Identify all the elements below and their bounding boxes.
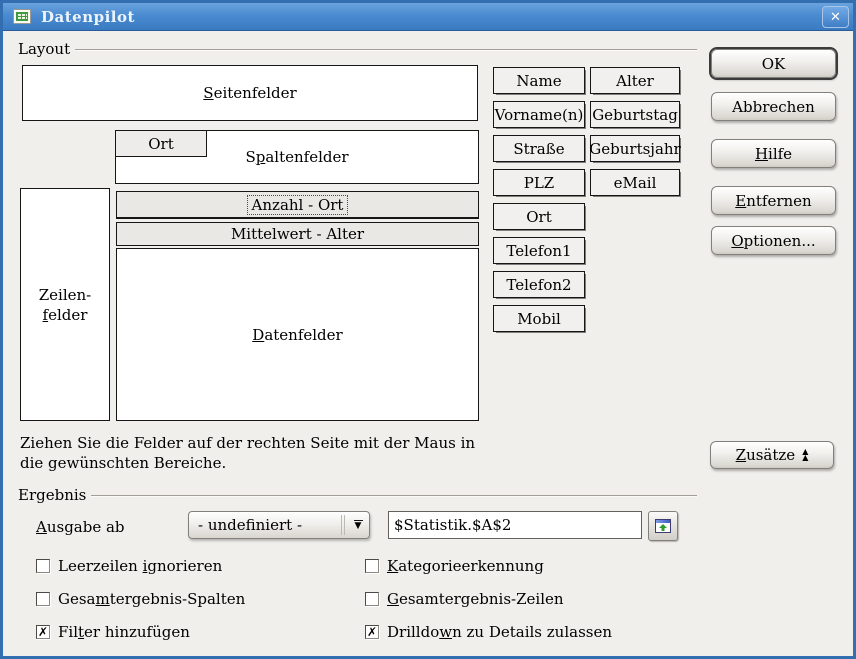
- checkbox-drilldown[interactable]: ✗ Drilldown zu Details zulassen: [365, 623, 612, 641]
- result-group-line: [91, 495, 697, 496]
- field-button-name[interactable]: Name: [493, 67, 585, 94]
- output-target-value: - undefiniert -: [189, 516, 341, 534]
- checkbox-label: Leerzeilen ignorieren: [58, 557, 222, 575]
- check-icon: ✗: [38, 625, 48, 639]
- more-button[interactable]: Zusätze ▲ ▲: [710, 441, 834, 469]
- spreadsheet-icon-grid: [16, 12, 28, 21]
- shrink-icon: [655, 519, 671, 533]
- data-item-mittelwert-alter-label: Mittelwert - Alter: [227, 225, 368, 243]
- spreadsheet-icon: [13, 9, 31, 24]
- checkbox-filter-hinzufuegen[interactable]: ✗ Filter hinzufügen: [36, 623, 190, 641]
- check-icon: ✗: [367, 625, 377, 639]
- checkbox-box[interactable]: ✗: [36, 592, 50, 606]
- checkbox-label: Filter hinzufügen: [58, 623, 190, 641]
- checkbox-gesamtergebnis-spalten[interactable]: ✗ Gesamtergebnis-Spalten: [36, 590, 245, 608]
- checkbox-label: Drilldown zu Details zulassen: [387, 623, 612, 641]
- field-button-telefon2[interactable]: Telefon2: [493, 271, 585, 298]
- field-button-alter[interactable]: Alter: [590, 67, 680, 94]
- checkbox-box[interactable]: ✗: [36, 625, 50, 639]
- row-fields-label: Zeilen- felder: [21, 285, 109, 325]
- checkbox-box[interactable]: ✗: [365, 625, 379, 639]
- layout-group-line: [75, 49, 697, 50]
- checkbox-box[interactable]: ✗: [365, 592, 379, 606]
- help-button[interactable]: Hilfe: [711, 139, 836, 168]
- data-item-mittelwert-alter[interactable]: Mittelwert - Alter: [116, 222, 479, 246]
- options-button[interactable]: Optionen...: [711, 226, 836, 255]
- collapse-up-icon: ▲ ▲: [802, 449, 808, 461]
- field-button-geburtsjahr[interactable]: Geburtsjahr: [590, 135, 680, 162]
- combo-separator: [344, 515, 345, 535]
- field-button-plz[interactable]: PLZ: [493, 169, 585, 196]
- column-field-ort[interactable]: Ort: [115, 130, 207, 157]
- field-button-email[interactable]: eMail: [590, 169, 680, 196]
- page-fields-label: Seitenfelder: [23, 84, 477, 102]
- drag-hint-text: Ziehen Sie die Felder auf der rechten Se…: [20, 433, 500, 473]
- ok-button[interactable]: OK: [711, 49, 836, 78]
- output-reference-input[interactable]: [388, 511, 642, 539]
- more-button-label: Zusätze: [736, 446, 796, 464]
- checkbox-box[interactable]: ✗: [365, 559, 379, 573]
- checkbox-box[interactable]: ✗: [36, 559, 50, 573]
- dialog-body: Layout Seitenfelder Spaltenfelder Ort Ze…: [3, 34, 853, 656]
- output-from-label: Ausgabe ab: [36, 518, 125, 536]
- ok-button-label: OK: [762, 55, 786, 73]
- row-fields-label-line2: felder: [21, 305, 109, 325]
- layout-group-label: Layout: [18, 40, 70, 58]
- checkbox-leerzeilen-ignorieren[interactable]: ✗ Leerzeilen ignorieren: [36, 557, 222, 575]
- cancel-button-label: Abbrechen: [732, 98, 815, 116]
- remove-button-label: Entfernen: [735, 192, 811, 210]
- data-item-anzahl-ort-label: Anzahl - Ort: [248, 196, 348, 214]
- cancel-button[interactable]: Abbrechen: [711, 92, 836, 121]
- remove-button[interactable]: Entfernen: [711, 186, 836, 215]
- field-button-ort[interactable]: Ort: [493, 203, 585, 230]
- data-item-anzahl-ort[interactable]: Anzahl - Ort: [116, 191, 479, 219]
- dropdown-arrow-icon[interactable]: ▼: [347, 520, 369, 530]
- titlebar[interactable]: Datenpilot ✕: [3, 3, 853, 31]
- help-button-label: Hilfe: [755, 145, 792, 163]
- checkbox-label: Kategorieerkennung: [387, 557, 544, 575]
- data-fields-area[interactable]: Datenfelder: [116, 248, 479, 421]
- row-fields-label-line1: Zeilen-: [21, 285, 109, 305]
- result-group-label: Ergebnis: [18, 486, 86, 504]
- field-button-telefon1[interactable]: Telefon1: [493, 237, 585, 264]
- data-fields-label: Datenfelder: [117, 326, 478, 344]
- options-button-label: Optionen...: [731, 232, 815, 250]
- combo-separator: [341, 515, 342, 535]
- page-fields-area[interactable]: Seitenfelder: [22, 65, 478, 121]
- shrink-button[interactable]: [648, 511, 678, 541]
- datenpilot-dialog: Datenpilot ✕ Layout Seitenfelder Spalten…: [0, 0, 856, 659]
- close-button[interactable]: ✕: [822, 6, 849, 28]
- checkbox-kategorieerkennung[interactable]: ✗ Kategorieerkennung: [365, 557, 544, 575]
- field-button-strasse[interactable]: Straße: [493, 135, 585, 162]
- field-button-mobil[interactable]: Mobil: [493, 305, 585, 332]
- checkbox-gesamtergebnis-zeilen[interactable]: ✗ Gesamtergebnis-Zeilen: [365, 590, 564, 608]
- window-title: Datenpilot: [41, 8, 135, 26]
- checkbox-label: Gesamtergebnis-Zeilen: [387, 590, 564, 608]
- field-button-vorname[interactable]: Vorname(n): [493, 101, 585, 128]
- field-button-geburtstag[interactable]: Geburtstag: [590, 101, 680, 128]
- column-fields-area[interactable]: Spaltenfelder Ort: [115, 130, 479, 184]
- checkbox-label: Gesamtergebnis-Spalten: [58, 590, 245, 608]
- row-fields-area[interactable]: Zeilen- felder: [20, 188, 110, 421]
- output-target-select[interactable]: - undefiniert - ▼: [188, 511, 370, 539]
- close-icon: ✕: [830, 10, 841, 25]
